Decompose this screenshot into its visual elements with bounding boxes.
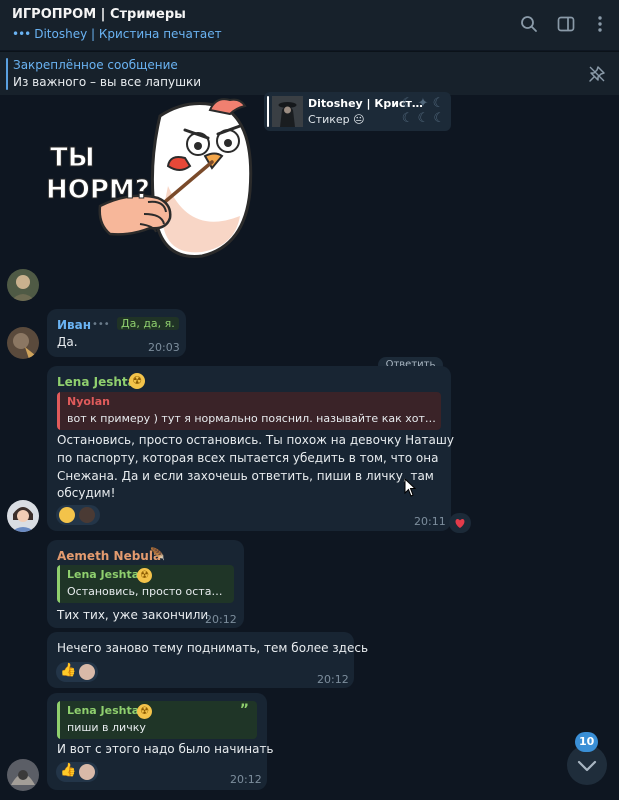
reaction-chip[interactable] <box>56 505 100 525</box>
reaction-chip[interactable]: 👍 <box>56 762 98 782</box>
message-text-line: обсудим! <box>57 486 116 500</box>
unread-count-badge: 10 <box>575 732 599 752</box>
message-bubble[interactable]: Aemeth Nebula 🪶 Lena Jeshta ☢ Остановись… <box>47 540 244 628</box>
reaction-chip[interactable]: 👍 <box>56 662 98 682</box>
reply-quote[interactable]: Lena Jeshta ☢ Остановись, просто оста… <box>57 565 234 603</box>
radiation-emoji-icon: ☢ <box>129 373 145 389</box>
sender-name[interactable]: Lena Jeshta <box>57 375 136 389</box>
moon-pattern-icon: ☾ ✦ ☾ ☾ ☾ ☾ <box>401 96 445 126</box>
chick-sticker[interactable]: ТЫ НОРМ? <box>40 96 260 266</box>
pinned-indicator <box>6 58 8 90</box>
sidebar-toggle-icon[interactable] <box>556 14 576 34</box>
reactor-avatar <box>79 764 95 780</box>
chat-title[interactable]: ИГРОПРОМ | Стримеры <box>12 7 186 22</box>
quote-text: Остановись, просто оста… <box>67 585 223 598</box>
laughing-emoji-icon <box>59 507 75 523</box>
message-bubble[interactable]: Lena Jeshta ☢ ” пиши в личку И вот с это… <box>47 693 274 790</box>
mouse-cursor-icon <box>404 477 418 498</box>
quote-text: пиши в личку <box>67 721 146 734</box>
sticker-text-line2: НОРМ? <box>46 175 150 205</box>
reactor-avatar <box>79 664 95 680</box>
quote-marks-icon: ” <box>239 702 249 718</box>
search-icon[interactable] <box>519 14 539 34</box>
message-text: Тих тих, уже закончили <box>57 608 209 622</box>
avatar[interactable] <box>7 327 39 359</box>
reply-snippet: Стикер 😐 <box>308 113 365 126</box>
typing-status: ••• Ditoshey | Кристина печатает <box>12 27 222 41</box>
radiation-emoji-icon: ☢ <box>137 704 152 719</box>
message-text: И вот с этого надо было начинать <box>57 742 274 756</box>
pinned-title: Закреплённое сообщение <box>13 58 178 72</box>
sticker-text-line1: ТЫ <box>50 143 95 173</box>
message-time: 20:12 <box>230 773 262 786</box>
typing-dots-icon: ••• <box>12 27 31 41</box>
sender-name[interactable]: Aemeth Nebula <box>57 549 161 563</box>
sticker-reply-preview[interactable]: Ditoshey | Крист… Стикер 😐 ☾ ✦ ☾ ☾ ☾ ☾ <box>264 92 451 131</box>
quote-author: Lena Jeshta <box>67 568 140 581</box>
message-text: Да. <box>57 335 78 349</box>
heart-reaction-icon[interactable] <box>449 513 471 533</box>
message-time: 20:12 <box>205 613 237 626</box>
thumbs-up-icon: 👍 <box>60 763 77 778</box>
message-time: 20:03 <box>148 341 180 354</box>
pinned-message-bar[interactable]: Закреплённое сообщение Из важного – вы в… <box>0 51 619 95</box>
avatar[interactable] <box>7 500 39 532</box>
radiation-emoji-icon: ☢ <box>137 568 152 583</box>
quote-author: Lena Jeshta <box>67 704 140 717</box>
reply-quote[interactable]: Lena Jeshta ☢ ” пиши в личку <box>57 701 257 739</box>
more-menu-icon[interactable] <box>590 14 610 34</box>
typing-dots-icon: ••• <box>92 319 110 330</box>
message-text-line: Остановись, просто остановись. Ты похож … <box>57 433 454 447</box>
unpin-icon[interactable] <box>587 64 607 84</box>
message-bubble[interactable]: Нечего заново тему поднимать, тем более … <box>47 632 368 688</box>
member-tag: Да, да, я. <box>117 317 179 330</box>
message-time: 20:11 <box>414 515 446 528</box>
message-text-line: по паспорту, которая всех пытается убеди… <box>57 451 439 465</box>
message-bubble[interactable]: Lena Jeshta ☢ Nyolan вот к примеру ) тут… <box>47 366 454 531</box>
pinned-text: Из важного – вы все лапушки <box>13 75 202 89</box>
thumbs-up-icon: 👍 <box>60 663 77 678</box>
message-time: 20:12 <box>317 673 349 686</box>
avatar[interactable] <box>7 759 39 791</box>
avatar[interactable] <box>7 269 39 301</box>
quote-indicator <box>57 701 60 739</box>
message-text: Нечего заново тему поднимать, тем более … <box>57 641 369 655</box>
reply-thumbnail <box>272 96 303 127</box>
chat-header: ИГРОПРОМ | Стримеры ••• Ditoshey | Кристи… <box>0 0 619 50</box>
quote-text: вот к примеру ) тут я нормально пояснил.… <box>67 412 436 425</box>
reactor-avatar <box>79 507 95 523</box>
quote-author: Nyolan <box>67 395 110 408</box>
reply-indicator <box>267 96 269 127</box>
message-bubble[interactable]: Иван ••• Да, да, я. Да. 20:03 <box>47 309 186 357</box>
typing-text: Ditoshey | Кристина печатает <box>34 27 222 41</box>
sender-name[interactable]: Иван <box>57 318 91 332</box>
reply-quote[interactable]: Nyolan вот к примеру ) тут я нормально п… <box>57 392 441 430</box>
quote-indicator <box>57 565 60 603</box>
quote-indicator <box>57 392 60 430</box>
wing-emoji-icon: 🪶 <box>150 547 165 561</box>
